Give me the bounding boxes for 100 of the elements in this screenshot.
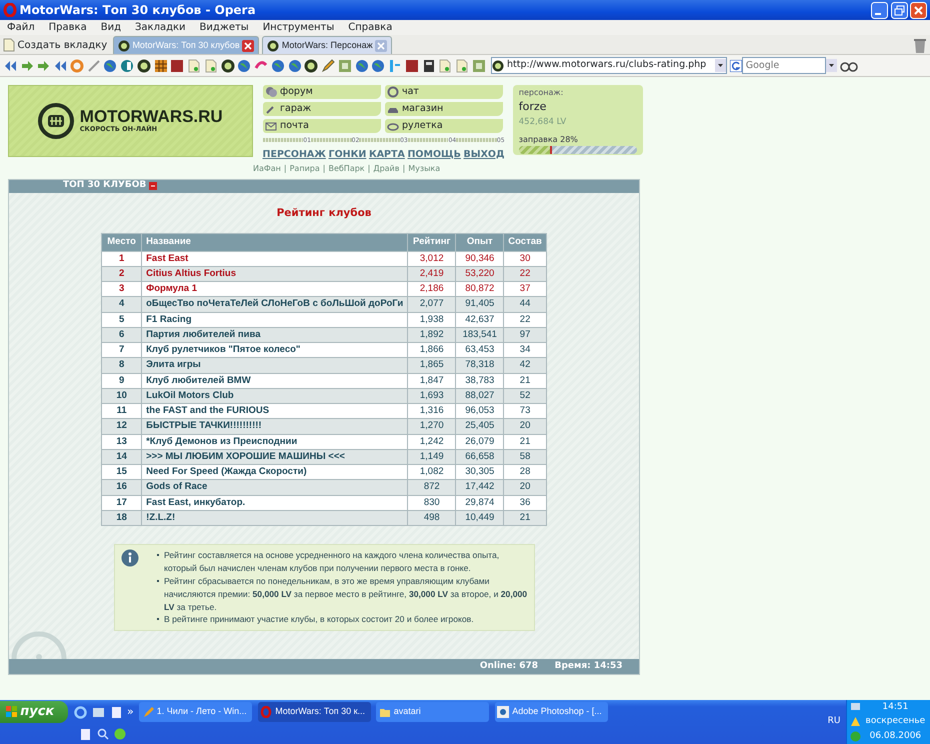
club-name[interactable]: >>> МЫ ЛЮБИМ ХОРОШИЕ МАШИНЫ <<< <box>142 449 408 464</box>
start-button[interactable]: пуск <box>0 701 68 723</box>
rewind-icon[interactable] <box>2 58 17 72</box>
table-cell: 29,874 <box>456 495 504 510</box>
sublink[interactable]: ВебПарк <box>328 162 365 175</box>
globe-icon[interactable] <box>237 58 252 72</box>
table-cell: 66,658 <box>456 449 504 464</box>
club-name[interactable]: Citius Altius Fortius <box>142 266 408 282</box>
language-indicator[interactable]: RU <box>828 715 840 729</box>
club-name[interactable]: !Z.L.Z! <box>142 510 408 526</box>
glasses-icon[interactable] <box>840 60 858 72</box>
club-name[interactable]: Gods of Race <box>142 480 408 495</box>
club-name[interactable]: Партия любителей пива <box>142 327 408 342</box>
menu-item[interactable]: Вид <box>94 20 128 35</box>
collapse-icon[interactable] <box>149 182 158 190</box>
pen-icon[interactable] <box>86 58 100 72</box>
table-cell: 1,892 <box>408 327 456 342</box>
club-name[interactable]: Формула 1 <box>142 282 408 297</box>
taskbar-button[interactable]: 1. Чили - Лето - Win... <box>139 702 252 722</box>
club-name[interactable]: LukOil Motors Club <box>142 388 408 404</box>
quick-link[interactable]: гараж <box>262 102 380 116</box>
reload-icon[interactable] <box>70 58 84 72</box>
taskbar-button[interactable]: avatari <box>376 702 490 722</box>
close-icon[interactable] <box>910 2 928 18</box>
globe-icon[interactable] <box>371 58 386 72</box>
club-name[interactable]: Элита игры <box>142 358 408 373</box>
page-icon[interactable] <box>455 58 469 72</box>
table-cell: 28 <box>504 464 546 480</box>
table-cell: 17 <box>102 495 142 510</box>
club-name[interactable]: F1 Racing <box>142 312 408 328</box>
separator-text: | <box>284 162 287 175</box>
menu-item[interactable]: Инструменты <box>256 20 342 35</box>
club-name[interactable]: the FAST and the FURIOUS <box>142 404 408 419</box>
globe-icon[interactable] <box>270 58 285 72</box>
menu-item[interactable]: Справка <box>341 20 400 35</box>
quick-link[interactable]: магазин <box>384 102 502 116</box>
document-icon[interactable] <box>110 706 122 718</box>
dropdown-icon[interactable] <box>826 59 837 72</box>
club-name[interactable]: Need For Speed (Жажда Скорости) <box>142 464 408 480</box>
globe-icon[interactable] <box>354 58 368 72</box>
minimize-icon[interactable] <box>870 2 888 18</box>
overflow-chevron[interactable]: » <box>127 704 134 720</box>
rewind-icon[interactable] <box>53 58 67 72</box>
sublink[interactable]: Рапира <box>290 162 320 175</box>
nav-link[interactable]: ПЕРСОНАЖ <box>262 148 326 162</box>
nav-link[interactable]: КАРТА <box>368 148 405 162</box>
sublink[interactable]: ИаФан <box>253 162 281 175</box>
circle-icon[interactable] <box>120 58 134 72</box>
quick-link[interactable]: почта <box>262 119 380 133</box>
separator-text: | <box>322 162 326 175</box>
globe-icon[interactable] <box>288 58 302 72</box>
close-icon[interactable] <box>242 40 254 52</box>
menu-item[interactable]: Файл <box>0 20 42 35</box>
club-name[interactable]: Fast East <box>142 251 408 266</box>
arrow-icon[interactable] <box>20 58 34 72</box>
dropdown-icon[interactable] <box>715 59 726 72</box>
quick-link[interactable]: рулетка <box>384 119 502 133</box>
club-name[interactable]: Клуб любителей BMW <box>142 373 408 388</box>
club-name[interactable]: *Клуб Демонов из Преисподнии <box>142 434 408 450</box>
menu-item[interactable]: Закладки <box>128 20 193 35</box>
table-cell: 2,186 <box>408 282 456 297</box>
new-tab-button[interactable]: Создать вкладку <box>18 38 108 52</box>
quick-link[interactable]: форум <box>262 85 380 99</box>
taskbar-button[interactable]: Adobe Photoshop - [... <box>494 702 608 722</box>
sublink[interactable]: Музыка <box>408 162 440 175</box>
pencil-icon[interactable] <box>321 58 335 72</box>
document-icon[interactable] <box>80 728 91 740</box>
restore-icon[interactable] <box>890 2 908 18</box>
book-icon[interactable] <box>422 58 436 72</box>
address-field[interactable]: http://www.motorwars.ru/clubs-rating.php <box>491 57 728 74</box>
square-icon[interactable] <box>170 58 184 72</box>
menu-item[interactable]: Виджеты <box>192 20 256 35</box>
club-name[interactable]: оБщесТво поЧетаТеЛей СЛоНеГоВ с боЛьШой доРоГи <box>142 296 408 312</box>
menu-item[interactable]: Правка <box>42 20 94 35</box>
square-icon[interactable] <box>404 58 419 72</box>
globe-icon[interactable] <box>103 58 118 72</box>
browser-icon[interactable] <box>74 706 86 718</box>
nav-link[interactable]: ГОНКИ <box>328 148 366 162</box>
windows-flag-icon <box>6 706 18 718</box>
table-cell: 7 <box>102 342 142 358</box>
arrow-icon[interactable] <box>36 58 50 72</box>
table-cell: 16 <box>102 480 142 495</box>
table-cell: 22 <box>504 312 546 328</box>
club-name[interactable]: БЫСТРЫЕ ТАЧКИ!!!!!!!!!! <box>142 418 408 434</box>
desktop-icon[interactable] <box>92 706 105 718</box>
nav-link[interactable]: ВЫХОД <box>464 148 504 162</box>
nav-link[interactable]: ПОМОЩЬ <box>407 148 461 162</box>
club-name[interactable]: Fast East, инкубатор. <box>142 495 408 510</box>
table-cell: 5 <box>102 312 142 328</box>
browser-tab[interactable]: MotorWars: Персонаж <box>262 36 392 54</box>
table-cell: 53,220 <box>456 266 504 282</box>
club-name[interactable]: Клуб рулетчиков "Пятое колесо" <box>142 342 408 358</box>
trash-icon[interactable] <box>913 38 928 54</box>
note-text: Рейтинг сбрасывается по понедельникам, в это же время управляющим клубами начисляются премии: 50,000 LV за первое место в рейтинге, 30,000 LV за второе, и 20,000 LV за третье. <box>164 574 528 614</box>
grid-icon[interactable] <box>154 58 168 72</box>
sublink[interactable]: Драйв <box>373 162 400 175</box>
scale-track <box>408 138 448 142</box>
taskbar-button[interactable]: MotorWars: Топ 30 к... <box>258 702 371 722</box>
search-icon[interactable] <box>96 728 108 740</box>
quick-link[interactable]: чат <box>384 85 502 99</box>
